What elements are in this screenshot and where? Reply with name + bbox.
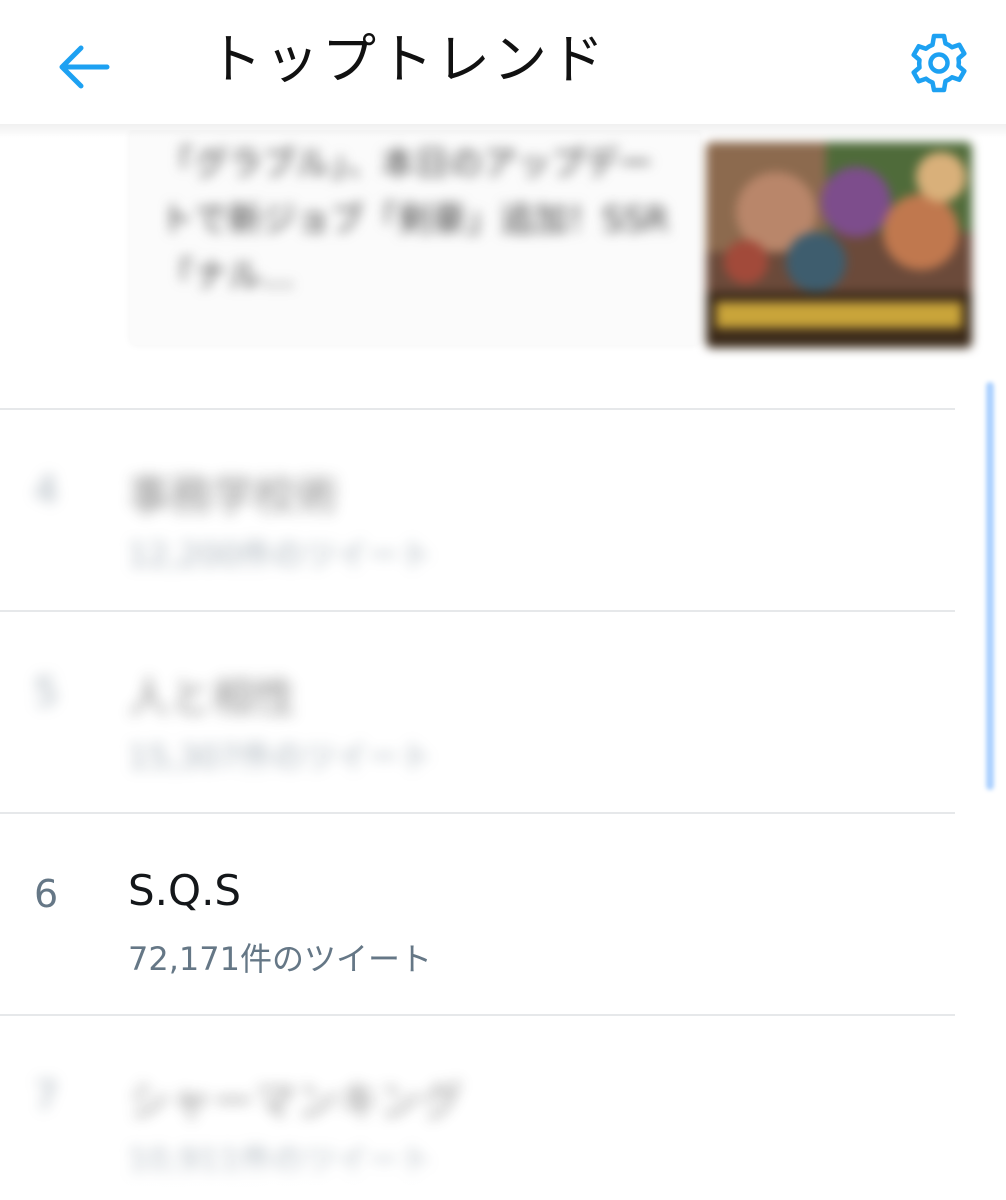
trend-tweet-count: 72,171件のツイート	[128, 940, 432, 978]
divider	[0, 610, 955, 612]
trend-name: 事務学校術	[128, 471, 339, 520]
trend-name: 人と相性	[128, 673, 297, 722]
divider	[0, 812, 955, 814]
trend-tweet-count: 15,307件のツイート	[128, 738, 432, 776]
trend-item[interactable]: 6 S.Q.S 72,171件のツイート	[0, 812, 960, 1014]
gear-icon	[907, 31, 971, 99]
divider	[0, 408, 955, 410]
divider	[0, 1014, 955, 1016]
news-text: 「グラブル」、本日のアップデートで新ジョブ「剣豪」追加！SSR「ナル...	[160, 144, 669, 296]
scrollbar[interactable]	[986, 382, 994, 790]
page-title: トップトレンド	[208, 28, 607, 91]
trend-rank: 7	[34, 1074, 59, 1118]
trend-item[interactable]: 5 人と相性 15,307件のツイート	[0, 610, 960, 812]
news-card[interactable]: 「グラブル」、本日のアップデートで新ジョブ「剣豪」追加！SSR「ナル...	[0, 130, 1006, 408]
trend-name: シャーマンキング	[128, 1077, 463, 1126]
trend-name: S.Q.S	[128, 866, 242, 915]
arrow-left-icon	[55, 43, 111, 95]
bottom-fade	[0, 1150, 1006, 1200]
trend-rank: 4	[34, 468, 59, 512]
trend-item[interactable]: 4 事務学校術 12,200件のツイート	[0, 408, 960, 610]
settings-button[interactable]	[904, 30, 974, 100]
trend-tweet-count: 12,200件のツイート	[128, 536, 432, 574]
news-thumbnail	[706, 142, 972, 348]
back-button[interactable]	[50, 36, 116, 102]
app-header: トップトレンド	[0, 0, 1006, 138]
trend-rank: 5	[34, 670, 59, 714]
trend-rank: 6	[34, 872, 59, 916]
trends-page: トップトレンド 「グラブル」、本日のアップデートで新ジョブ「剣豪」追加！SSR「…	[0, 0, 1006, 1200]
